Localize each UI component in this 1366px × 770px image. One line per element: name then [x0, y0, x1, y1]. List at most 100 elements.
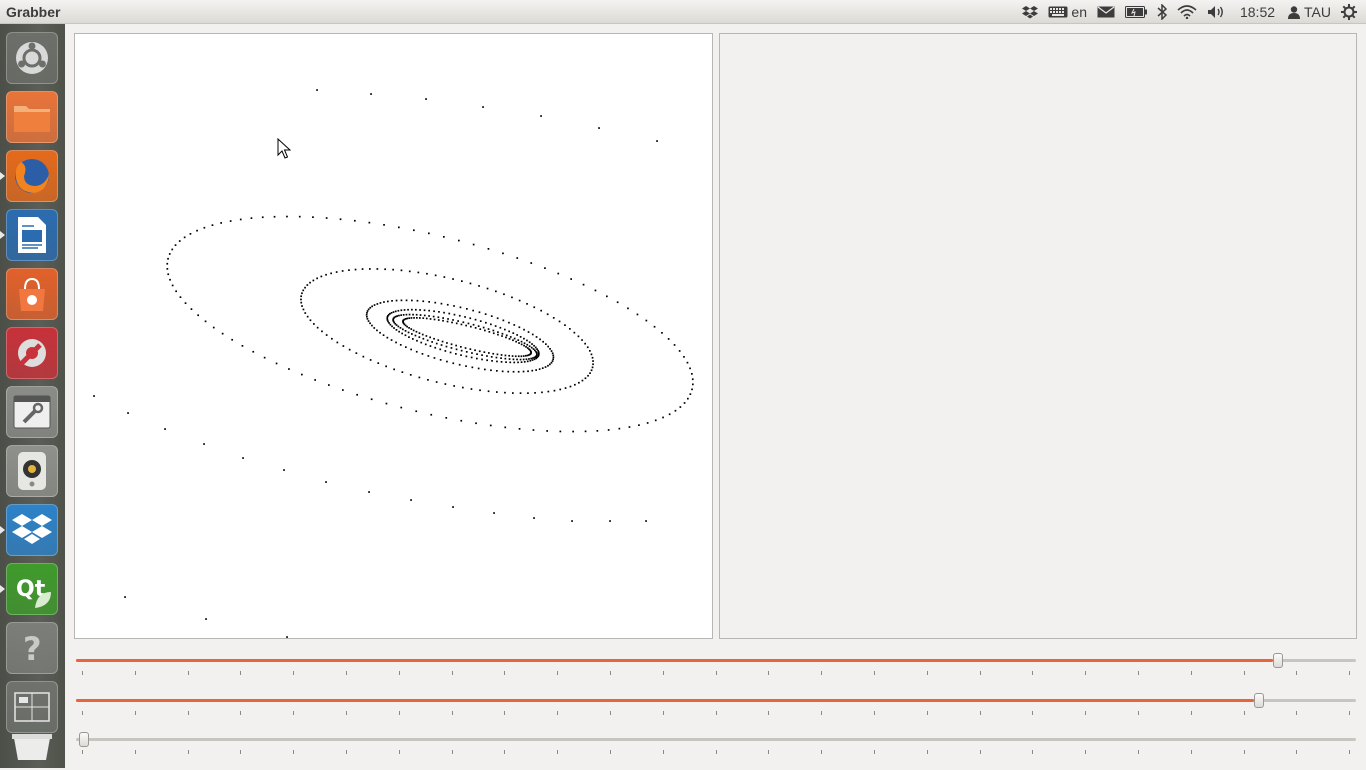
plot-dot [429, 345, 432, 347]
plot-dot [488, 352, 490, 354]
plot-dot [420, 341, 423, 344]
plot-dot [439, 359, 442, 361]
volume-icon[interactable] [1202, 0, 1232, 24]
slider-tick [293, 750, 294, 754]
launcher-dropbox[interactable] [6, 504, 58, 556]
launcher-help[interactable]: ? [6, 622, 58, 674]
plot-dot [526, 343, 529, 346]
launcher-trash[interactable] [6, 726, 58, 770]
plot-dot [302, 308, 305, 311]
launcher-system-settings[interactable] [6, 327, 58, 379]
plot-dot [584, 430, 587, 433]
plot-dot [459, 306, 462, 309]
plot-dot [508, 354, 510, 357]
slider-tick [768, 750, 769, 754]
plot-dot [531, 333, 534, 336]
plot-dot [577, 335, 580, 338]
session-gear-icon[interactable] [1336, 0, 1362, 24]
plot-dot [569, 385, 572, 388]
slider-1[interactable] [76, 650, 1356, 680]
launcher-speaker-app[interactable] [6, 445, 58, 497]
plot-dot [490, 356, 493, 358]
app-title: Grabber [6, 3, 61, 20]
plot-dot [418, 336, 421, 338]
plot-dot [415, 313, 418, 316]
plot-area[interactable] [74, 33, 713, 639]
slider-handle[interactable] [1254, 693, 1264, 708]
slider-tick [135, 750, 136, 754]
plot-dot [628, 426, 631, 428]
plot-dot [534, 392, 536, 394]
plot-dot [446, 303, 449, 306]
launcher-ubuntu-software-center[interactable] [6, 268, 58, 320]
plot-dot [520, 361, 523, 363]
plot-dot [406, 317, 409, 320]
plot-dot [638, 424, 640, 426]
plot-dot [171, 248, 174, 251]
plot-dot [382, 334, 385, 336]
launcher-files[interactable] [6, 91, 58, 143]
plot-dot [387, 300, 389, 303]
slider-2[interactable] [76, 690, 1356, 720]
plot-dot-outer [452, 506, 454, 508]
plot-dot [692, 383, 694, 386]
plot-dot [500, 361, 503, 363]
plot-dot [437, 319, 440, 321]
launcher-firefox[interactable] [6, 150, 58, 202]
plot-dot [525, 358, 528, 361]
launcher-window-tool[interactable] [6, 386, 58, 438]
plot-dot [512, 339, 514, 342]
launcher-dash-home[interactable] [6, 32, 58, 84]
clock[interactable]: 18:52 [1232, 0, 1283, 24]
plot-dot [526, 360, 529, 363]
slider-handle[interactable] [1273, 653, 1283, 668]
slider-tick [240, 750, 241, 754]
user-menu[interactable]: TAU [1283, 0, 1336, 24]
plot-dot [547, 390, 550, 393]
secondary-view-area[interactable] [719, 33, 1357, 639]
slider-tick [240, 711, 241, 715]
libreoffice-writer-icon [16, 216, 48, 254]
plot-dot [516, 257, 519, 259]
plot-dot [515, 340, 517, 343]
wifi-icon[interactable] [1172, 0, 1202, 24]
plot-dot [511, 296, 513, 299]
plot-dot [499, 326, 502, 329]
plot-dot [399, 327, 402, 329]
plot-dot [476, 357, 478, 360]
firefox-icon [12, 156, 52, 196]
slider-3[interactable] [76, 729, 1356, 759]
plot-dot [527, 392, 529, 394]
plot-dot [523, 342, 526, 345]
plot-dot [592, 363, 594, 366]
launcher-libreoffice-writer[interactable] [6, 209, 58, 261]
plot-dot [399, 344, 402, 346]
plot-dot [518, 299, 521, 302]
slider-tick [399, 711, 400, 715]
plot-dot [393, 327, 395, 329]
plot-dot [547, 345, 549, 348]
plot-dot [167, 257, 169, 260]
plot-dot [397, 325, 400, 328]
plot-dot [460, 349, 463, 352]
plot-dot [525, 354, 527, 357]
plot-dot [390, 339, 393, 341]
slider-track[interactable] [76, 738, 1356, 741]
slider-tick [927, 671, 928, 675]
plot-dot [530, 357, 532, 360]
slider-handle[interactable] [79, 732, 89, 747]
plot-dot [356, 393, 358, 396]
plot-dot [449, 351, 452, 354]
launcher-qt-creator[interactable]: Qt [6, 563, 58, 615]
mail-icon[interactable] [1092, 0, 1120, 24]
plot-dot [455, 348, 458, 351]
plot-dot [313, 323, 315, 325]
plot-dot [573, 331, 576, 334]
dropbox-icon[interactable] [1017, 0, 1043, 24]
bluetooth-icon[interactable] [1152, 0, 1172, 24]
plot-dot [400, 314, 402, 316]
plot-dot [184, 302, 187, 304]
keyboard-layout-indicator[interactable]: en [1043, 0, 1092, 24]
plot-dot [422, 317, 425, 319]
battery-icon[interactable] [1120, 0, 1152, 24]
